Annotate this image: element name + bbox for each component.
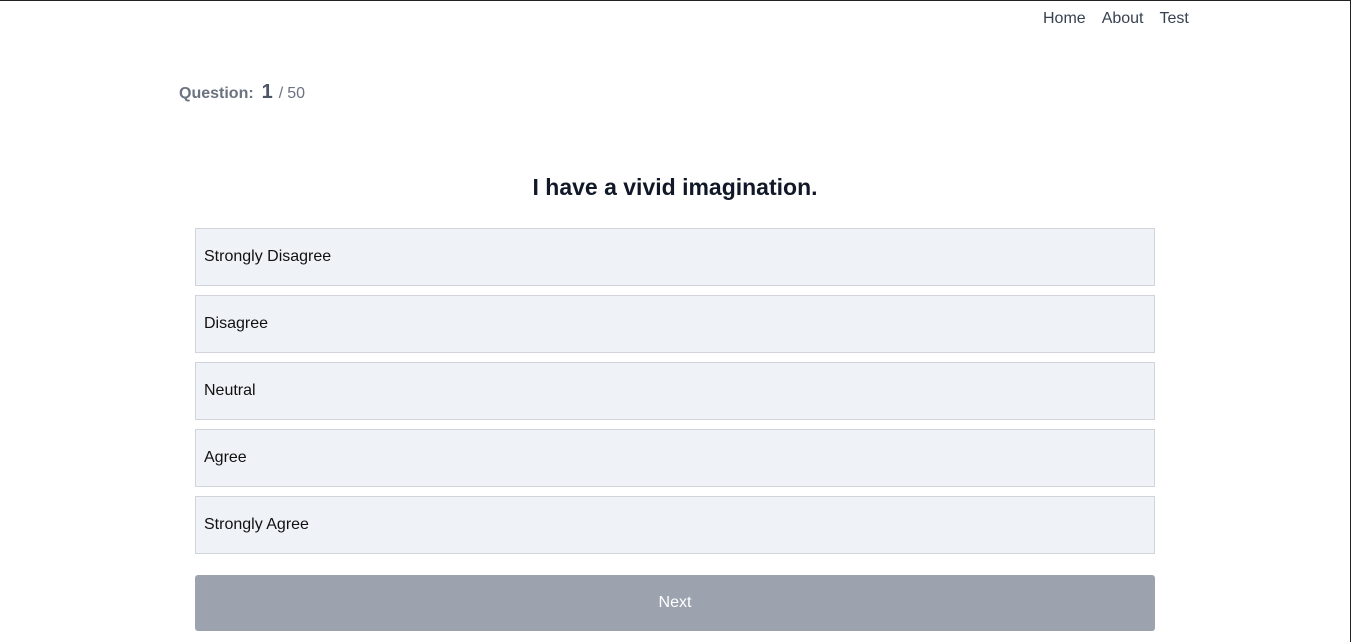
- nav-link-about[interactable]: About: [1094, 9, 1152, 29]
- option-label: Disagree: [204, 315, 269, 332]
- question-current-number: 1: [261, 81, 273, 103]
- option-disagree[interactable]: Disagree: [195, 295, 1155, 353]
- question-counter-label: Question:: [179, 85, 254, 102]
- option-label: Neutral: [204, 382, 256, 399]
- option-neutral[interactable]: Neutral: [195, 362, 1155, 420]
- question-counter: Question: 1 / 50: [179, 81, 305, 104]
- next-button[interactable]: Next: [195, 575, 1155, 631]
- nav-link-test[interactable]: Test: [1152, 9, 1197, 29]
- top-nav: Home About Test: [1035, 9, 1197, 29]
- question-total-number: 50: [287, 85, 306, 102]
- option-label: Strongly Agree: [204, 516, 309, 533]
- option-label: Agree: [204, 449, 247, 466]
- question-counter-separator: /: [278, 85, 284, 102]
- answer-options: Strongly Disagree Disagree Neutral Agree…: [195, 228, 1155, 563]
- option-agree[interactable]: Agree: [195, 429, 1155, 487]
- option-strongly-disagree[interactable]: Strongly Disagree: [195, 228, 1155, 286]
- question-text: I have a vivid imagination.: [532, 174, 818, 200]
- option-label: Strongly Disagree: [204, 248, 332, 265]
- page: Home About Test Question: 1 / 50 I have …: [0, 0, 1351, 642]
- nav-link-home[interactable]: Home: [1035, 9, 1094, 29]
- option-strongly-agree[interactable]: Strongly Agree: [195, 496, 1155, 554]
